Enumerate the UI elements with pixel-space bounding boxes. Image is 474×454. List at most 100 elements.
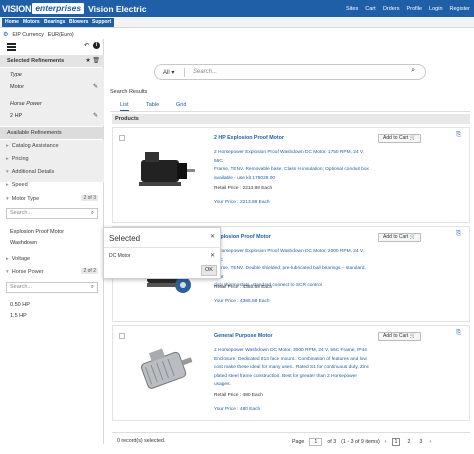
- available-refinements-title: Available Refinements: [7, 130, 62, 136]
- hamburger-menu-icon[interactable]: [7, 43, 16, 51]
- product-card: General Purpose Motor 2 Horsepower Washd…: [112, 325, 470, 421]
- desc-line: Enclosure, Dedicated 814 face mount.. Co…: [214, 356, 367, 362]
- group-catalog-assistance[interactable]: ▸ Catalog Assistance: [0, 143, 104, 149]
- add-to-cart-label: Add to Cart: [383, 135, 409, 141]
- pdf-icon[interactable]: ⎘: [456, 231, 461, 238]
- search-icon[interactable]: ⌕: [91, 209, 94, 218]
- secnav-motors[interactable]: Motors: [20, 18, 43, 27]
- facet-label: Motor Type: [11, 196, 40, 202]
- remove-refinement-icon[interactable]: ✎: [93, 112, 98, 119]
- tab-table[interactable]: Table: [146, 102, 159, 108]
- retail-price: Retail Price : 480 Each: [214, 393, 263, 398]
- your-price: Your Price : 4385.58 Each: [214, 299, 270, 304]
- product-name[interactable]: Explosion Proof Motor: [214, 234, 271, 240]
- page-range: (1 - 3 of 9 items): [341, 439, 380, 445]
- secnav-home[interactable]: Home: [2, 18, 22, 27]
- view-tabs: List Table Grid: [110, 100, 470, 112]
- pdf-icon[interactable]: ⎘: [456, 330, 461, 337]
- tab-list[interactable]: List: [120, 102, 129, 111]
- motor-type-search-input[interactable]: Search... ⌕: [6, 208, 98, 219]
- motor-type-option[interactable]: Explosion Proof Motor: [10, 229, 64, 235]
- selected-refinements-list: Type Motor ✎ Horse Power 2 HP ✎: [0, 68, 104, 126]
- product-name[interactable]: General Purpose Motor: [214, 333, 273, 339]
- tab-grid[interactable]: Grid: [176, 102, 186, 108]
- group-label: Pricing: [11, 156, 29, 162]
- logo-vision-text: VISION: [2, 3, 32, 14]
- page-number[interactable]: 3: [417, 439, 424, 445]
- nav-profile[interactable]: Profile: [406, 6, 422, 12]
- your-price: Your Price : 2213.88 Each: [214, 200, 270, 205]
- page-number[interactable]: 2: [405, 439, 412, 445]
- page-number[interactable]: 1: [391, 438, 401, 446]
- products-header: Products: [112, 114, 470, 124]
- motor-type-count-badge: 2 of 3: [81, 195, 98, 201]
- search-results-title: Search Results: [110, 89, 148, 95]
- selected-dialog: Selected ✕ DC Motor ✕ OK: [103, 227, 222, 279]
- logo-enterprises-text: enterprises: [32, 3, 85, 14]
- desc-line: plated steel frame construction. Best fo…: [214, 373, 357, 388]
- pdf-icon[interactable]: ⎘: [456, 132, 461, 139]
- product-image[interactable]: [133, 338, 201, 396]
- facet-voltage[interactable]: ▸ Voltage: [0, 256, 104, 262]
- add-to-cart-button[interactable]: Add to Cart 🛒: [378, 233, 421, 242]
- available-refinements-header: Available Refinements: [0, 127, 104, 139]
- nav-login[interactable]: Login: [429, 6, 442, 12]
- group-label: Additional Details: [11, 169, 55, 175]
- chevron-right-icon: ▸: [6, 156, 9, 162]
- next-page-icon[interactable]: ›: [429, 439, 431, 445]
- close-icon[interactable]: ✕: [210, 233, 215, 240]
- group-pricing[interactable]: ▸ Pricing: [0, 156, 104, 162]
- nav-sites[interactable]: Sites: [346, 6, 358, 12]
- currency-selector[interactable]: ⚙ EIP Currency EUR(Euro): [3, 31, 74, 39]
- product-checkbox[interactable]: [119, 135, 125, 141]
- page-input[interactable]: 1: [309, 438, 323, 446]
- refinement-value-hp: 2 HP: [10, 113, 23, 119]
- facet-label: Horse Power: [11, 269, 44, 275]
- top-bar: VISION enterprises Vision Electric Sites…: [0, 0, 474, 17]
- facet-speed[interactable]: ▸ Speed: [0, 182, 104, 188]
- product-description: 2 Horsepower Explosion Proof Washdown DC…: [214, 149, 374, 183]
- product-search-bar[interactable]: All ▾ Search... ⌕: [154, 64, 426, 80]
- remove-refinement-icon[interactable]: ✎: [93, 83, 98, 90]
- motor-type-option[interactable]: Washdown: [10, 240, 37, 246]
- horse-power-search-input[interactable]: Search... ⌕: [6, 282, 98, 293]
- hp-option[interactable]: 0.50 HP: [10, 302, 30, 308]
- page-of: of 3: [327, 439, 337, 445]
- search-icon[interactable]: ⌕: [411, 67, 415, 75]
- refinement-value-type: Motor: [10, 84, 25, 90]
- dialog-divider: [104, 247, 222, 248]
- group-additional-details[interactable]: ▾ Additional Details: [0, 169, 104, 175]
- selected-refinements-title: Selected Refinements: [7, 58, 65, 64]
- refinement-groups: ▸ Catalog Assistance ▸ Pricing ▾ Additional…: [0, 140, 104, 182]
- add-to-cart-button[interactable]: Add to Cart 🛒: [378, 332, 421, 341]
- site-logo[interactable]: VISION enterprises Vision Electric: [2, 2, 147, 15]
- product-name[interactable]: 2 HP Explosion Proof Motor: [214, 135, 284, 141]
- search-placeholder: Search...: [10, 210, 33, 216]
- add-to-cart-button[interactable]: Add to Cart 🛒: [378, 134, 421, 143]
- hp-option[interactable]: 1.5 HP: [10, 313, 27, 319]
- secnav-bearings[interactable]: Bearings: [41, 18, 69, 27]
- product-checkbox[interactable]: [119, 333, 125, 339]
- product-image[interactable]: [133, 140, 201, 198]
- info-icon[interactable]: i: [93, 42, 100, 49]
- records-selected: 0 record(s) selected.: [117, 438, 166, 444]
- nav-orders[interactable]: Orders: [383, 6, 400, 12]
- secnav-blowers[interactable]: Blowers: [66, 18, 92, 27]
- secondary-nav: Home Motors Bearings Blowers Support: [0, 17, 474, 28]
- category-select[interactable]: All ▾: [163, 69, 174, 76]
- remove-item-icon[interactable]: ✕: [210, 252, 215, 259]
- prev-page-icon[interactable]: ‹: [385, 439, 387, 445]
- search-input[interactable]: Search...: [193, 69, 217, 75]
- search-icon[interactable]: ⌕: [91, 283, 94, 292]
- refinement-label-type: Type: [10, 72, 22, 78]
- nav-register[interactable]: Register: [450, 6, 470, 12]
- undo-icon[interactable]: ↶: [84, 42, 89, 49]
- star-icon[interactable]: ★: [85, 58, 90, 64]
- secnav-support[interactable]: Support: [89, 18, 115, 27]
- ok-button[interactable]: OK: [201, 265, 217, 276]
- nav-cart[interactable]: Cart: [365, 6, 375, 12]
- desc-line: 2 Horsepower Explosion Proof Washdown DC…: [214, 150, 365, 164]
- desc-line: Frame, TENV. Double shielded, pre-lubric…: [214, 266, 366, 280]
- page-label: Page: [292, 439, 305, 445]
- trash-icon[interactable]: 🗑: [92, 58, 100, 64]
